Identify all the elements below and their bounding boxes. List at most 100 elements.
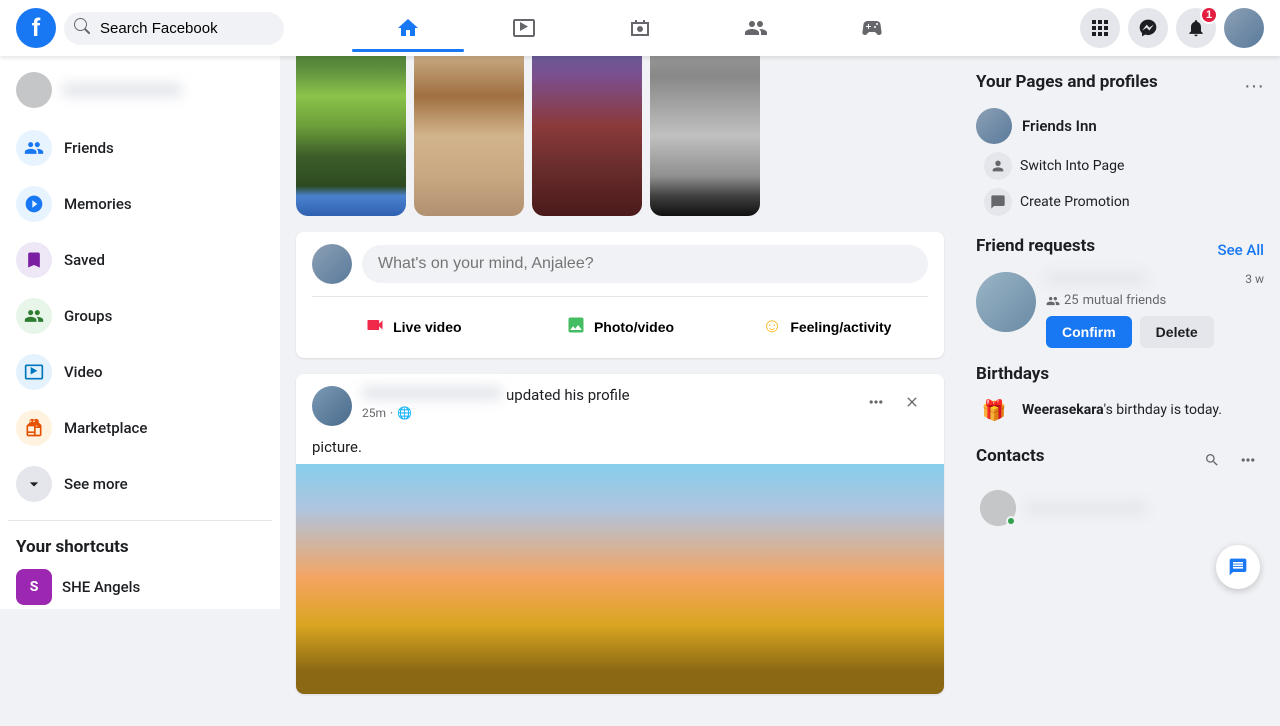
- user-avatar-sm: [16, 72, 52, 108]
- sidebar-item-groups[interactable]: Groups: [8, 288, 272, 344]
- post-more-options[interactable]: [860, 386, 892, 418]
- sidebar-item-friends-label: Friends: [64, 139, 114, 157]
- friend-requests-section: Friend requests See All 3 w 25 mutual fr…: [976, 236, 1264, 348]
- right-sidebar: Your Pages and profiles ··· Friends Inn …: [960, 56, 1280, 609]
- mutual-friends: 25 mutual friends: [1046, 293, 1264, 308]
- birthdays-title: Birthdays: [976, 364, 1264, 384]
- search-icon: [74, 18, 90, 38]
- post-user-avatar: [312, 386, 352, 426]
- sidebar-item-friends[interactable]: Friends: [8, 120, 272, 176]
- feed-post: updated his profile 25m · 🌐 picture.: [296, 374, 944, 694]
- feeling-label: Feeling/activity: [790, 319, 891, 335]
- request-timestamp: 3 w: [1245, 272, 1264, 286]
- contact-name-1: [1026, 502, 1146, 515]
- see-all-link[interactable]: See All: [1218, 241, 1264, 259]
- create-promotion-label: Create Promotion: [1020, 194, 1130, 210]
- request-actions: Confirm Delete: [1046, 316, 1264, 348]
- feeling-icon: ☺: [762, 315, 782, 338]
- contact-avatar-1: [980, 490, 1016, 526]
- feed-post-header: updated his profile 25m · 🌐: [296, 374, 944, 438]
- sidebar-item-marketplace[interactable]: Marketplace: [8, 400, 272, 456]
- friend-requests-title: Friend requests: [976, 236, 1095, 256]
- user-avatar[interactable]: [1224, 8, 1264, 48]
- user-profile-row[interactable]: [8, 64, 272, 116]
- sidebar-item-groups-label: Groups: [64, 307, 112, 325]
- shortcut-item-she-angels[interactable]: S SHE Angels: [8, 561, 272, 609]
- live-video-button[interactable]: Live video: [312, 307, 515, 346]
- sidebar-item-see-more[interactable]: See more: [8, 456, 272, 512]
- memories-icon: [16, 186, 52, 222]
- post-image: [296, 464, 944, 694]
- delete-button[interactable]: Delete: [1140, 316, 1214, 348]
- messenger-button[interactable]: [1128, 8, 1168, 48]
- user-name: [62, 83, 182, 97]
- nav-marketplace-button[interactable]: [584, 4, 696, 52]
- sidebar-item-video-label: Video: [64, 363, 103, 381]
- contacts-section: Contacts: [976, 444, 1264, 532]
- live-video-icon: [365, 315, 385, 338]
- search-input[interactable]: [64, 12, 284, 45]
- nav-gaming-button[interactable]: [816, 4, 928, 52]
- pages-title: Your Pages and profiles: [976, 72, 1158, 92]
- post-meta: 25m · 🌐: [362, 406, 850, 420]
- requester-info: 3 w 25 mutual friends Confirm Delete: [1046, 272, 1264, 348]
- sidebar-item-memories[interactable]: Memories: [8, 176, 272, 232]
- nav-home-button[interactable]: [352, 4, 464, 52]
- mutual-count: 25: [1064, 293, 1079, 308]
- contacts-more-options[interactable]: [1232, 444, 1264, 476]
- nav-watch-button[interactable]: [468, 4, 580, 52]
- main-feed: Live video Photo/video ☺ Feeling/activit…: [280, 0, 960, 726]
- sidebar-item-video[interactable]: Video: [8, 344, 272, 400]
- facebook-logo[interactable]: f: [16, 8, 56, 48]
- topnav-left: f: [16, 8, 316, 48]
- photo-video-icon: [566, 315, 586, 338]
- new-message-button[interactable]: [1216, 545, 1260, 589]
- groups-icon: [16, 298, 52, 334]
- requests-header: Friend requests See All: [976, 236, 1264, 264]
- search-contacts-button[interactable]: [1196, 444, 1228, 476]
- sidebar-divider: [8, 520, 272, 521]
- birthdays-section: Birthdays 🎁 Weerasekara's birthday is to…: [976, 364, 1264, 428]
- birthday-name: Weerasekara: [1022, 402, 1104, 418]
- contacts-icons: [1196, 444, 1264, 476]
- confirm-button[interactable]: Confirm: [1046, 316, 1132, 348]
- topnav-right: 1: [964, 8, 1264, 48]
- switch-into-page-label: Switch Into Page: [1020, 158, 1124, 174]
- notifications-button[interactable]: 1: [1176, 8, 1216, 48]
- post-input[interactable]: [362, 245, 928, 283]
- post-box-actions: Live video Photo/video ☺ Feeling/activit…: [312, 296, 928, 346]
- birthday-text: Weerasekara's birthday is today.: [1022, 402, 1222, 418]
- shortcut-she-angels-label: SHE Angels: [62, 578, 140, 596]
- sidebar-item-memories-label: Memories: [64, 195, 132, 213]
- apps-button[interactable]: [1080, 8, 1120, 48]
- pages-more-options[interactable]: ···: [1244, 75, 1264, 98]
- post-separator: ·: [390, 406, 393, 420]
- live-video-label: Live video: [393, 319, 461, 335]
- feeling-button[interactable]: ☺ Feeling/activity: [725, 307, 928, 346]
- page-name: Friends Inn: [1022, 117, 1097, 135]
- nav-groups-button[interactable]: [700, 4, 812, 52]
- post-user-info: updated his profile 25m · 🌐: [362, 386, 850, 420]
- friends-icon: [16, 130, 52, 166]
- switch-into-page-action[interactable]: Switch Into Page: [976, 148, 1264, 184]
- topnav: f 1: [0, 0, 1280, 56]
- post-avatar: [312, 244, 352, 284]
- request-item: 3 w 25 mutual friends Confirm Delete: [976, 272, 1264, 348]
- photo-video-button[interactable]: Photo/video: [519, 307, 722, 346]
- post-item-label: picture.: [312, 438, 362, 456]
- requester-name: [1046, 272, 1146, 285]
- contacts-header: Contacts: [976, 444, 1264, 476]
- contact-item-1[interactable]: [976, 484, 1264, 532]
- birthday-suffix: 's birthday is today.: [1104, 402, 1222, 418]
- sidebar-item-saved-label: Saved: [64, 251, 105, 269]
- sidebar-item-saved[interactable]: Saved: [8, 232, 272, 288]
- birthday-icon: 🎁: [976, 392, 1012, 428]
- sidebar-item-see-more-label: See more: [64, 475, 128, 493]
- create-promotion-action[interactable]: Create Promotion: [976, 184, 1264, 220]
- online-indicator: [1006, 516, 1016, 526]
- marketplace-icon: [16, 410, 52, 446]
- photo-video-label: Photo/video: [594, 319, 674, 335]
- post-close-button[interactable]: [896, 386, 928, 418]
- page-item: Friends Inn: [976, 108, 1264, 144]
- video-icon: [16, 354, 52, 390]
